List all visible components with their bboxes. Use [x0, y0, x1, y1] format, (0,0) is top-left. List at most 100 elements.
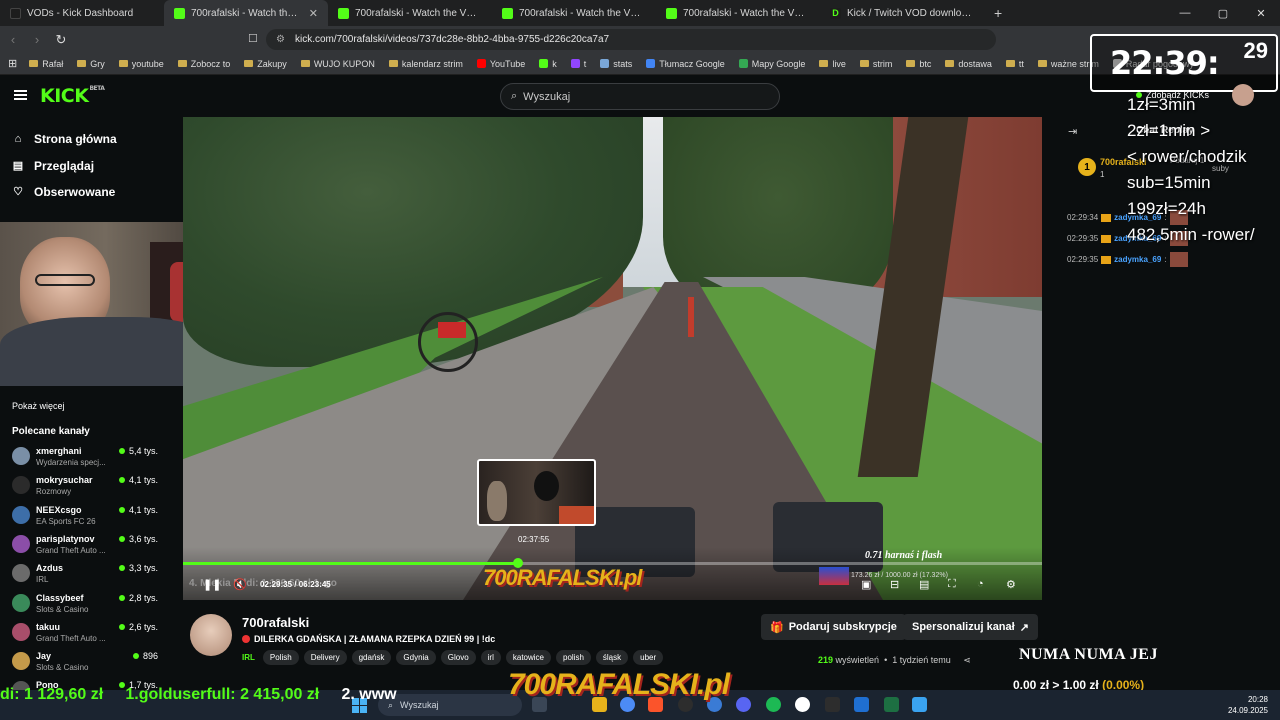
nav-browse[interactable]: ▤ Przeglądaj: [12, 159, 94, 173]
kick-logo[interactable]: KICKBETA: [40, 85, 105, 107]
url-field[interactable]: ⚙ kick.com/700rafalski/videos/737dc28e-8…: [266, 29, 996, 50]
browser-tab[interactable]: 700rafalski - Watch the VOD on Kick: [492, 0, 656, 26]
bookmark-item[interactable]: t: [565, 59, 593, 69]
system-clock[interactable]: 20:28 24.09.2025: [1228, 694, 1268, 716]
gift-sub-button[interactable]: 🎁 Podaruj subskrypcje: [761, 614, 906, 640]
nav-following[interactable]: ♡ Obserwowane: [12, 185, 115, 199]
tag-chip[interactable]: katowice: [505, 650, 551, 665]
close-window-icon[interactable]: ✕: [1242, 0, 1280, 26]
close-tab-icon[interactable]: ✕: [309, 7, 318, 20]
streamer-name[interactable]: 700rafalski: [242, 615, 309, 630]
recommended-channel[interactable]: xmerghani Wydarzenia specj... 5,4 tys.: [12, 444, 162, 470]
app-icon[interactable]: [854, 697, 869, 712]
settings-icon[interactable]: ⚙: [1006, 578, 1016, 591]
mute-icon[interactable]: 🔇: [233, 578, 247, 591]
kick-icon: [502, 7, 513, 19]
clip-icon[interactable]: ▣: [861, 578, 871, 591]
bookmark-item[interactable]: youtube: [113, 59, 170, 69]
live-dot-icon: [118, 565, 125, 572]
bookmark-item[interactable]: YouTube: [471, 59, 531, 69]
site-settings-icon[interactable]: ⚙: [276, 34, 285, 45]
bookmark-icon[interactable]: ☐: [248, 32, 258, 45]
menu-icon[interactable]: [14, 90, 27, 100]
bookmarks-bar: ⊞ Rafał Gry youtube Zobocz to Zakupy WUJO KUP…: [0, 53, 1280, 75]
fullscreen-icon[interactable]: ⛶: [948, 578, 956, 591]
back-icon[interactable]: ‹: [2, 32, 24, 47]
price-line: 2zł=1min >: [1127, 121, 1211, 140]
recommended-channel[interactable]: Classybeef Slots & Casino 2,8 tys.: [12, 591, 162, 617]
tag-chip[interactable]: Polish: [262, 650, 299, 665]
tag-chip[interactable]: Delivery: [303, 650, 347, 665]
browser-tab[interactable]: 700rafalski - Watch the VOD on Kick ✕: [164, 0, 328, 26]
share-icon[interactable]: ⋖: [963, 655, 971, 665]
forward-icon[interactable]: ›: [26, 32, 48, 47]
excel-icon[interactable]: [884, 697, 899, 712]
bookmark-item[interactable]: tt: [1000, 59, 1030, 69]
progress-handle[interactable]: [513, 558, 523, 568]
tag-chip[interactable]: polish: [556, 650, 591, 665]
chat-timestamp: 02:29:34: [1067, 213, 1099, 222]
bookmark-item[interactable]: Gry: [71, 59, 111, 69]
maximize-icon[interactable]: ▢: [1204, 0, 1242, 26]
pip-icon[interactable]: ▤: [919, 578, 929, 591]
recommended-channel[interactable]: parisplatynov Grand Theft Auto ... 3,6 tys…: [12, 532, 162, 558]
speed-icon[interactable]: ◔: [977, 578, 984, 590]
recommended-channel[interactable]: Jay Slots & Casino 896: [12, 649, 162, 675]
recommended-channel[interactable]: takuu Grand Theft Auto ... 2,6 tys.: [12, 620, 162, 646]
browser-tab[interactable]: 700rafalski - Watch the VOD on Kick: [656, 0, 820, 26]
site-favicon-icon: [600, 59, 610, 68]
kick-icon: [666, 7, 677, 19]
tag-chip[interactable]: irl: [480, 650, 501, 665]
theater-icon[interactable]: ⊟: [890, 578, 899, 591]
bookmark-item[interactable]: Zakupy: [238, 59, 293, 69]
nav-label: Przeglądaj: [34, 159, 95, 173]
bookmark-item[interactable]: WUJO KUPON: [295, 59, 381, 69]
customize-channel-button[interactable]: Spersonalizuj kanał ↗: [903, 614, 1038, 640]
app-icon[interactable]: [825, 697, 840, 712]
bookmark-item[interactable]: strim: [854, 59, 899, 69]
browser-tab[interactable]: D Kick / Twitch VOD downloader: [820, 0, 984, 26]
nav-home[interactable]: ⌂ Strona główna: [12, 132, 117, 146]
search-placeholder: Wyszukaj: [523, 90, 571, 103]
channel-avatar: [12, 622, 30, 641]
bookmark-item[interactable]: Tłumacz Google: [640, 59, 731, 69]
bookmark-item[interactable]: k: [533, 59, 563, 69]
pause-icon[interactable]: ❚❚: [203, 578, 221, 591]
browser-tab[interactable]: VODs - Kick Dashboard: [0, 0, 164, 26]
chat-username[interactable]: zadymka_69: [1114, 255, 1161, 264]
tag-chip[interactable]: gdańsk: [351, 650, 392, 665]
bookmark-item[interactable]: Zobocz to: [172, 59, 237, 69]
price-line: 1zł=3min: [1127, 95, 1196, 114]
bookmark-item[interactable]: kalendarz strim: [383, 59, 469, 69]
progress-bar[interactable]: [183, 558, 1042, 568]
bookmark-item[interactable]: dostawa: [939, 59, 998, 69]
tag-chip[interactable]: śląsk: [595, 650, 629, 665]
bookmark-label: Tłumacz Google: [659, 58, 725, 69]
video-player[interactable]: 0.71 harnaś i flash 700RAFALSKI.pl 173.2…: [183, 117, 1042, 600]
bookmark-item[interactable]: Rafał: [23, 59, 69, 69]
tag-chip[interactable]: uber: [633, 650, 664, 665]
tag-chip[interactable]: Gdynia: [396, 650, 436, 665]
category-link[interactable]: IRL: [242, 653, 255, 662]
recommended-channel[interactable]: mokrysuchar Rozmowy 4,1 tys.: [12, 473, 162, 499]
show-more-link[interactable]: Pokaż więcej: [12, 401, 65, 411]
bookmark-item[interactable]: btc: [900, 59, 937, 69]
app-icon[interactable]: [795, 697, 810, 712]
bookmark-item[interactable]: stats: [594, 59, 638, 69]
search-input[interactable]: ⌕ Wyszukaj: [500, 83, 780, 110]
new-tab-icon[interactable]: +: [984, 5, 1012, 21]
minimize-icon[interactable]: —: [1166, 0, 1204, 26]
tag-chip[interactable]: Glovo: [440, 650, 476, 665]
recommended-channel[interactable]: Azdus IRL 3,3 tys.: [12, 561, 162, 587]
apps-icon[interactable]: ⊞: [8, 57, 17, 70]
folder-icon: [388, 60, 398, 67]
bookmark-item[interactable]: live: [813, 59, 852, 69]
browser-tab[interactable]: 700rafalski - Watch the VOD on Kick: [328, 0, 492, 26]
recommended-channel[interactable]: NEEXcsgo EA Sports FC 26 4,1 tys.: [12, 503, 162, 529]
app-icon[interactable]: [912, 697, 927, 712]
reload-icon[interactable]: ↻: [50, 32, 72, 48]
folder-icon: [300, 60, 310, 67]
streamer-avatar[interactable]: [190, 614, 232, 656]
bookmark-item[interactable]: Mapy Google: [733, 59, 812, 69]
collapse-chat-icon[interactable]: ⇥: [1068, 125, 1077, 138]
